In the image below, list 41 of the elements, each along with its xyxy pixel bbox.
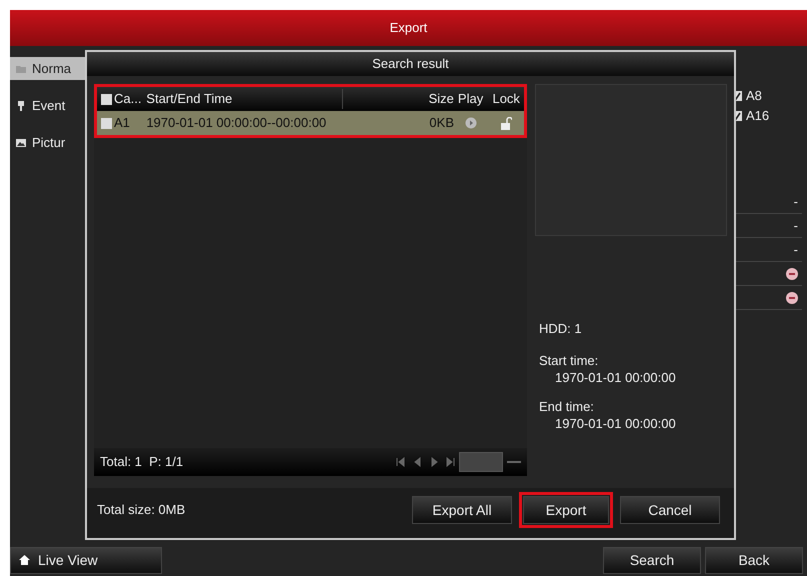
end-time-label: End time: (539, 398, 595, 415)
pager-summary: Total: 1 P: 1/1 (100, 453, 184, 472)
column-header[interactable]: Lock (488, 89, 524, 109)
dash-text: - (794, 240, 798, 259)
table-cell-text: 0KB (428, 114, 454, 132)
footer-button[interactable]: Back (705, 546, 803, 574)
remove-icon (786, 268, 798, 280)
row-checkbox[interactable] (101, 118, 112, 128)
play-icon (465, 117, 478, 129)
folder-icon (16, 64, 26, 74)
page-input[interactable] (459, 452, 503, 472)
table-cell-text: 1970-01-01 00:00:00--00:00:00 (146, 114, 328, 132)
start-time-label: Start time: (539, 352, 600, 369)
sidebar-item[interactable]: Norma (10, 57, 85, 80)
dialog-button[interactable]: Export All (412, 496, 512, 524)
total-size-text: Total size: 0MB (97, 501, 186, 520)
pin-icon (16, 100, 26, 110)
dash-text: - (794, 192, 798, 211)
table-row[interactable]: A1 1970-01-01 00:00:00--00:00:00 0KB (97, 111, 524, 135)
live-view-button[interactable]: Live View (10, 546, 162, 574)
column-header[interactable]: Start/End Time (146, 89, 344, 109)
hdd-label: HDD: 1 (539, 320, 583, 337)
image-icon (16, 138, 26, 148)
footer-button[interactable]: Search (603, 546, 701, 574)
home-icon (19, 555, 30, 565)
select-all-checkbox[interactable] (101, 94, 112, 104)
sidebar-item[interactable]: Pictur (10, 131, 85, 154)
column-header-text: Ca... (114, 90, 142, 108)
column-header[interactable]: Play (454, 89, 488, 109)
table-cell-text: A1 (114, 114, 130, 132)
column-header[interactable]: Size (343, 89, 454, 109)
dialog-button[interactable]: Cancel (620, 496, 720, 524)
end-time-value: 1970-01-01 00:00:00 (554, 415, 677, 432)
remove-icon (786, 292, 798, 304)
sidebar-item[interactable]: Event (10, 94, 85, 117)
dialog-button[interactable]: Export (523, 496, 609, 524)
dialog-title: Search result (87, 52, 734, 76)
start-time-value: 1970-01-01 00:00:00 (554, 369, 677, 386)
first-page-icon (395, 457, 407, 467)
window-title: Export (10, 10, 807, 46)
dash-text: - (794, 216, 798, 235)
